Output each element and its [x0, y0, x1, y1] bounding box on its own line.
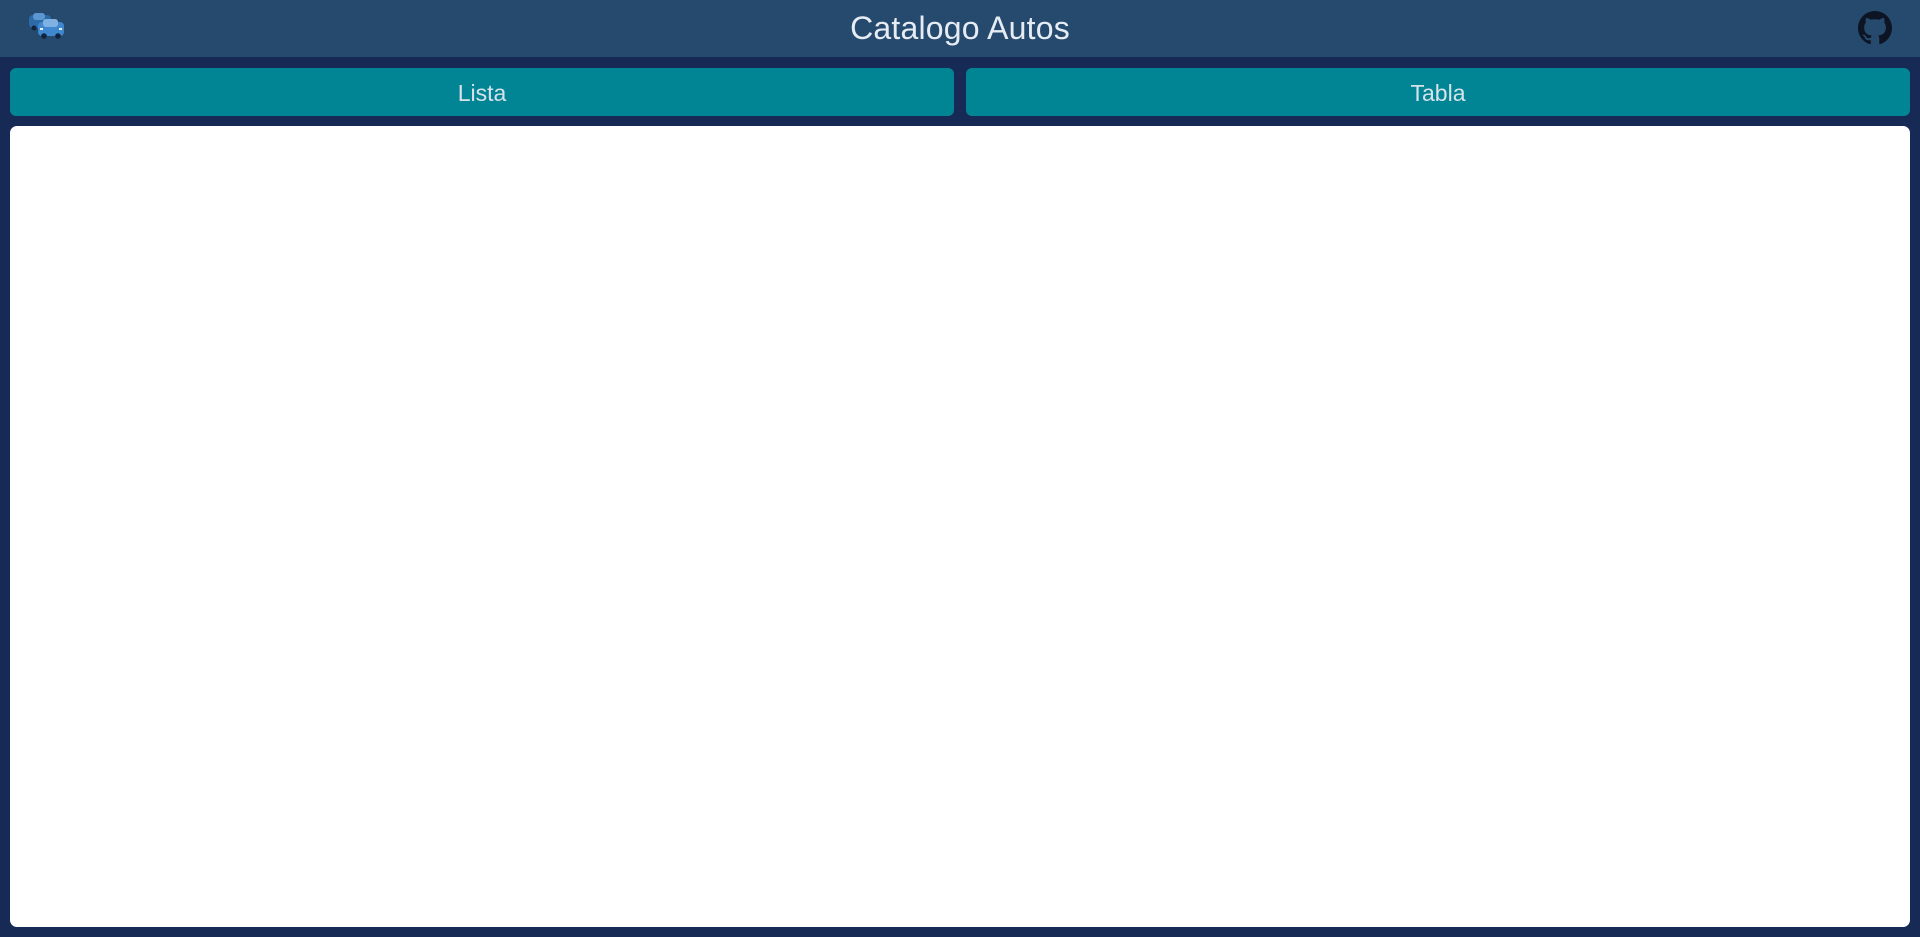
- page-title: Catalogo Autos: [850, 10, 1070, 46]
- tabla-button[interactable]: Tabla: [966, 68, 1910, 116]
- github-icon[interactable]: [1858, 11, 1892, 45]
- content-panel: [10, 126, 1910, 927]
- lista-button[interactable]: Lista: [10, 68, 954, 116]
- app-header: Catalogo Autos: [0, 0, 1920, 57]
